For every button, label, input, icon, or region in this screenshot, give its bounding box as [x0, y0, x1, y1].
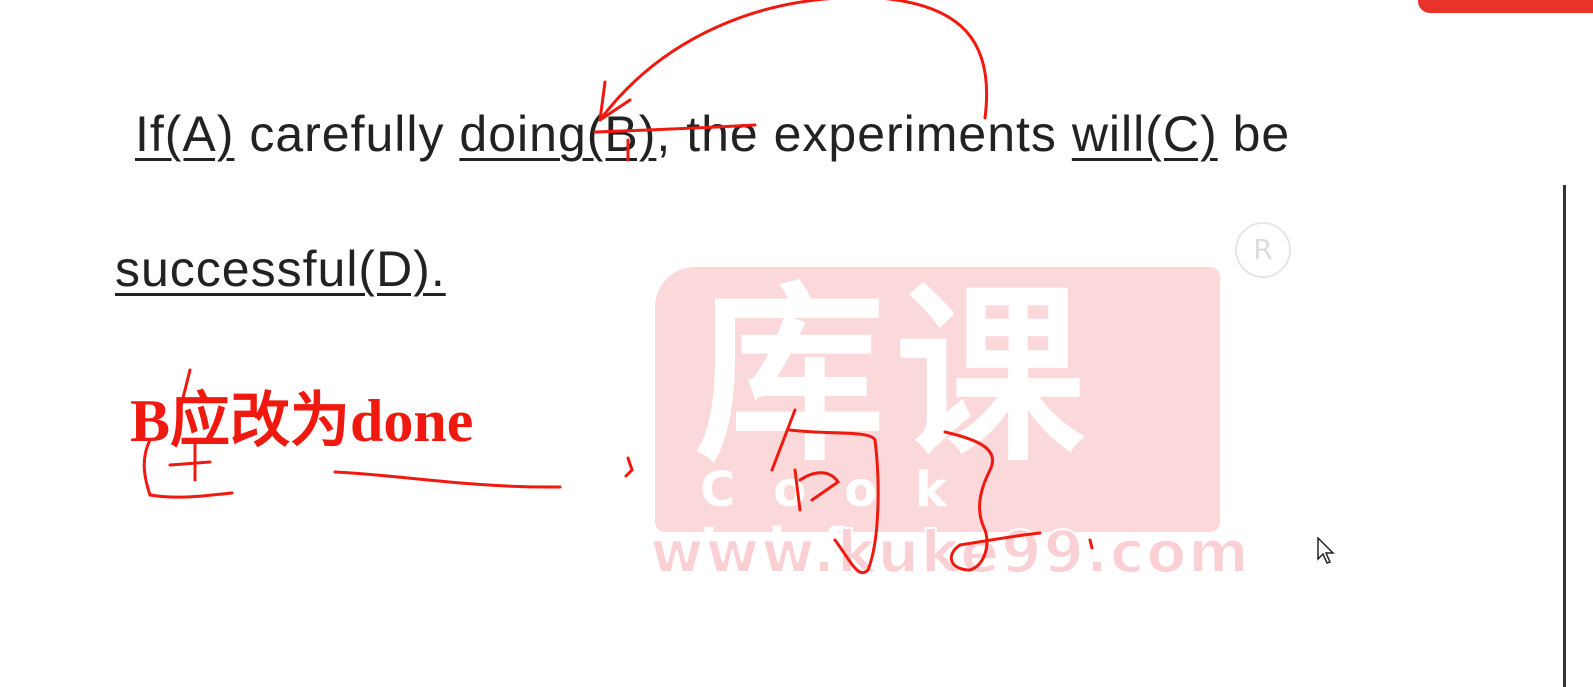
ink-char-1 [142, 368, 234, 499]
ink-arrow-arc [598, 0, 989, 122]
ink-comma [624, 456, 634, 478]
handwriting-annotations [142, 0, 1094, 574]
ink-strike [593, 123, 757, 134]
ink-char-ju [770, 408, 880, 574]
ink-blank-line [333, 470, 562, 489]
ink-char-zi [943, 430, 1094, 572]
scrollbar-edge[interactable] [1563, 185, 1566, 687]
mouse-cursor-icon [1317, 537, 1335, 564]
